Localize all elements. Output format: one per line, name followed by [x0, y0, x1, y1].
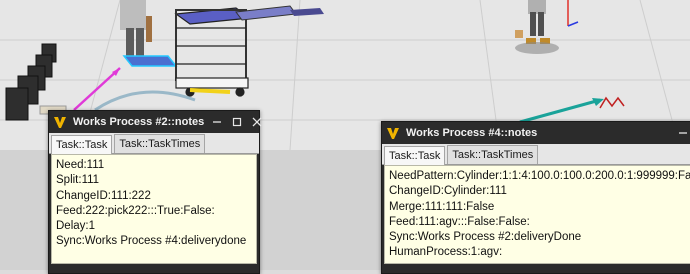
window-title: Works Process #4::notes [406, 127, 538, 139]
note-line: Merge:111:111:False [389, 200, 495, 213]
tab-task-task[interactable]: Task::Task [51, 135, 113, 154]
window-title: Works Process #2::notes [73, 116, 205, 128]
notes-text-area[interactable]: NeedPattern:Cylinder:1:1:4:100.0:100.0:2… [384, 165, 690, 264]
note-line: Feed:222:pick222:::True:False: [56, 204, 215, 217]
note-line: Sync:Works Process #4:deliverydone [56, 235, 247, 248]
notes-window-works-process-4[interactable]: Works Process #4::notes Task::Task Task:… [381, 121, 690, 274]
maximize-icon[interactable] [230, 115, 244, 129]
note-line: Delay:1 [56, 220, 95, 233]
note-line: Need:111 [56, 159, 105, 171]
note-line: ChangeID:111:222 [56, 189, 151, 202]
flexsim-v-icon [386, 126, 400, 140]
note-line: Split:111 [56, 174, 100, 187]
note-line: NeedPattern:Cylinder:1:1:4:100.0:100.0:2… [389, 170, 690, 182]
note-line: ChangeID:Cylinder:111 [389, 185, 507, 198]
window-titlebar[interactable]: Works Process #4::notes [382, 122, 690, 144]
notes-text-area[interactable]: Need:111 Split:111 ChangeID:111:222 Feed… [51, 154, 257, 264]
tab-strip: Task::Task Task::TaskTimes [49, 133, 259, 154]
note-line: HumanProcess:1:agv: [389, 246, 503, 259]
close-icon[interactable] [250, 115, 264, 129]
note-line: Feed:111:agv:::False:False: [389, 215, 530, 228]
minimize-icon[interactable] [210, 115, 224, 129]
window-titlebar[interactable]: Works Process #2::notes [49, 111, 262, 133]
tab-task-task[interactable]: Task::Task [384, 146, 446, 165]
tab-strip: Task::Task Task::TaskTimes [382, 144, 690, 165]
tab-task-tasktimes[interactable]: Task::TaskTimes [114, 134, 206, 153]
flexsim-v-icon [53, 115, 67, 129]
note-line: Sync:Works Process #2:deliveryDone [389, 231, 582, 244]
minimize-icon[interactable] [676, 126, 690, 140]
notes-window-works-process-2[interactable]: Works Process #2::notes Task::Task Task:… [48, 110, 262, 274]
tab-task-tasktimes[interactable]: Task::TaskTimes [447, 145, 539, 164]
